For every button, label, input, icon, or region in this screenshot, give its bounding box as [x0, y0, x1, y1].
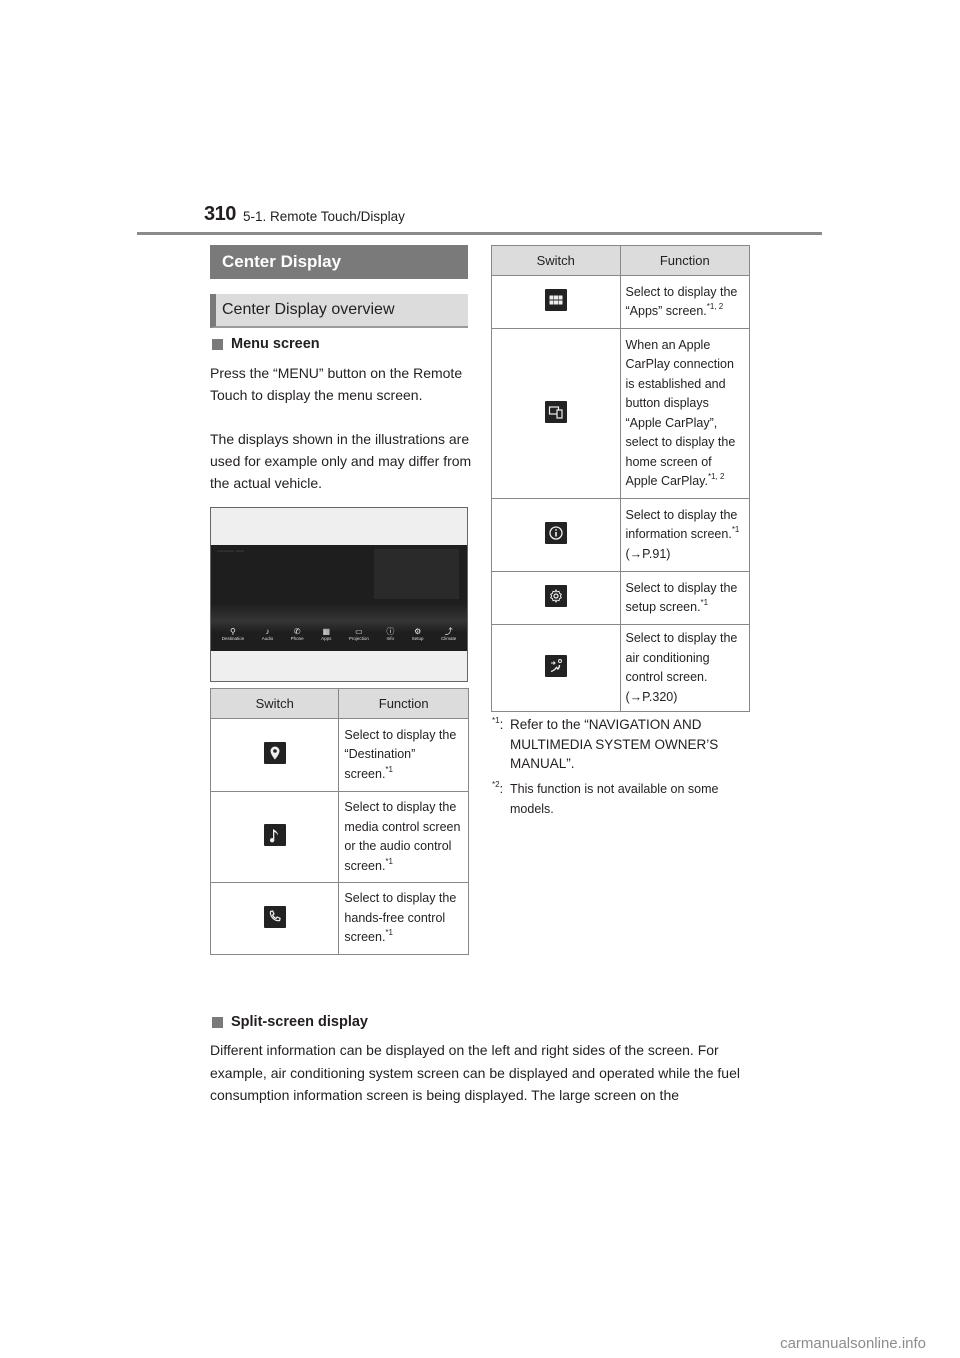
table-row: When an Apple CarPlay connection is esta…	[491, 328, 750, 499]
footnote-text: Refer to the “NAVIGATION AND MULTIMEDIA …	[510, 717, 719, 771]
footnote-mark: *1	[492, 716, 500, 725]
pin-icon: ⚲	[230, 627, 236, 636]
projection-icon: ▭	[355, 627, 363, 636]
gear-icon	[545, 585, 568, 608]
footnote-ref: *1	[700, 598, 709, 607]
menu-screen-illustration: ▪▪▪▪▪▪▪▪ ▪▪▪▪ ⚲ Destination ♪ Audio ✆ Phone…	[210, 507, 468, 682]
function-text: Select to display the hands-free control…	[344, 891, 457, 945]
column-header-function: Function	[619, 245, 750, 276]
info-icon	[545, 522, 568, 545]
footnote-ref: *1	[385, 764, 393, 774]
menu-item-destination: ⚲ Destination	[221, 627, 245, 641]
phone-icon	[264, 905, 287, 928]
column-header-switch: Switch	[491, 245, 621, 276]
square-bullet-icon	[212, 338, 223, 350]
split-screen-paragraph: Different information can be displayed o…	[210, 1042, 740, 1103]
table-row: Select to display the “Destination” scre…	[209, 718, 469, 792]
footnote-mark: *2	[492, 780, 500, 789]
menu-item-setup: ⚙ Setup	[411, 627, 424, 641]
apps-grid-icon	[545, 289, 568, 312]
display-screen: ▪▪▪▪▪▪▪▪ ▪▪▪▪ ⚲ Destination ♪ Audio ✆ Phone…	[211, 545, 467, 651]
menu-item-projection: ▭ Projection	[348, 627, 369, 641]
table-header-row: Switch Function	[209, 688, 469, 719]
page-number: 310	[204, 203, 236, 225]
screen-title-faded: ▪▪▪▪▪▪▪▪ ▪▪▪▪	[217, 549, 245, 555]
function-text: When an Apple CarPlay connection is esta…	[625, 337, 736, 489]
heading-center-display-overview: Center Display overview	[210, 294, 468, 328]
gear-icon: ⚙	[414, 627, 422, 636]
music-note-icon: ♪	[265, 627, 270, 636]
pin-icon	[264, 742, 287, 765]
projection-icon	[545, 400, 568, 423]
table-row: Select to display the setup screen.*1	[491, 571, 750, 625]
watermark[interactable]: carmanualsonline.info	[780, 1335, 926, 1352]
function-text: Select to display the information screen…	[625, 507, 738, 542]
menu-screen-subheading: Menu screen	[212, 336, 320, 352]
footnote-ref: *1, 2	[707, 472, 725, 481]
menu-item-phone: ✆ Phone	[290, 627, 304, 641]
function-text: Select to display the air conditioning c…	[625, 631, 738, 684]
split-screen-subheading: Split-screen display	[212, 1014, 368, 1030]
column-header-switch: Switch	[209, 688, 340, 719]
table-row: Select to display the hands-free control…	[209, 882, 469, 955]
footnote-ref: *1	[385, 928, 393, 938]
heading-center-display: Center Display	[210, 245, 468, 279]
function-text: Select to display the media control scre…	[344, 800, 461, 873]
function-text: Select to display the “Destination” scre…	[344, 727, 457, 781]
switch-table-left: Switch Function Select to display the “D…	[209, 688, 469, 955]
page-reference-link[interactable]: (→P.320)	[626, 690, 678, 704]
menu-item-info: ⓘ Info	[386, 627, 395, 641]
menu-screen-paragraph-1: Press the “MENU” button on the Remote To…	[210, 365, 463, 403]
square-bullet-icon	[212, 1016, 223, 1028]
menu-screen-paragraph-2: The displays shown in the illustrations …	[210, 431, 472, 491]
table-row: Select to display the media control scre…	[209, 791, 469, 883]
table-header-row: Switch Function	[491, 245, 750, 276]
menu-item-apps: ▦ Apps	[321, 627, 332, 641]
table-row: Select to display the “Apps” screen.*1, …	[491, 275, 750, 329]
header-divider	[137, 232, 822, 235]
climate-seat-icon	[545, 655, 568, 678]
apps-grid-icon: ▦	[322, 627, 331, 636]
column-header-function: Function	[338, 688, 469, 719]
function-text: Select to display the setup screen.	[625, 580, 738, 615]
footnote-ref: *1	[731, 525, 740, 535]
footnote-ref: *1, 2	[706, 302, 724, 311]
table-row: Select to display the air conditioning c…	[491, 624, 750, 712]
footnote-2: *2: This function is not available on so…	[492, 780, 742, 819]
footnote-1: *1: Refer to the “NAVIGATION AND MULTIME…	[492, 715, 742, 774]
page-reference-link[interactable]: (→P.91)	[626, 547, 671, 561]
climate-seat-icon: ⤴	[444, 627, 453, 636]
section-title: 5-1. Remote Touch/Display	[243, 209, 405, 224]
table-row: Select to display the information screen…	[491, 498, 750, 572]
info-icon: ⓘ	[386, 627, 395, 636]
menu-item-audio: ♪ Audio	[261, 627, 274, 641]
split-screen-title: Split-screen display	[231, 1014, 368, 1030]
footnote-text: This function is not available on some m…	[510, 782, 719, 816]
footnote-ref: *1	[385, 856, 393, 866]
music-note-icon	[264, 824, 287, 847]
switch-table-right: Switch Function Select to display the “A…	[491, 245, 750, 712]
menu-screen-title: Menu screen	[231, 336, 320, 352]
menu-item-climate: ⤴ Climate	[440, 627, 457, 641]
phone-icon: ✆	[293, 627, 301, 636]
menu-bar: ⚲ Destination ♪ Audio ✆ Phone ▦ Apps ▭ Projec…	[213, 627, 465, 649]
screen-right-panel	[374, 549, 459, 599]
